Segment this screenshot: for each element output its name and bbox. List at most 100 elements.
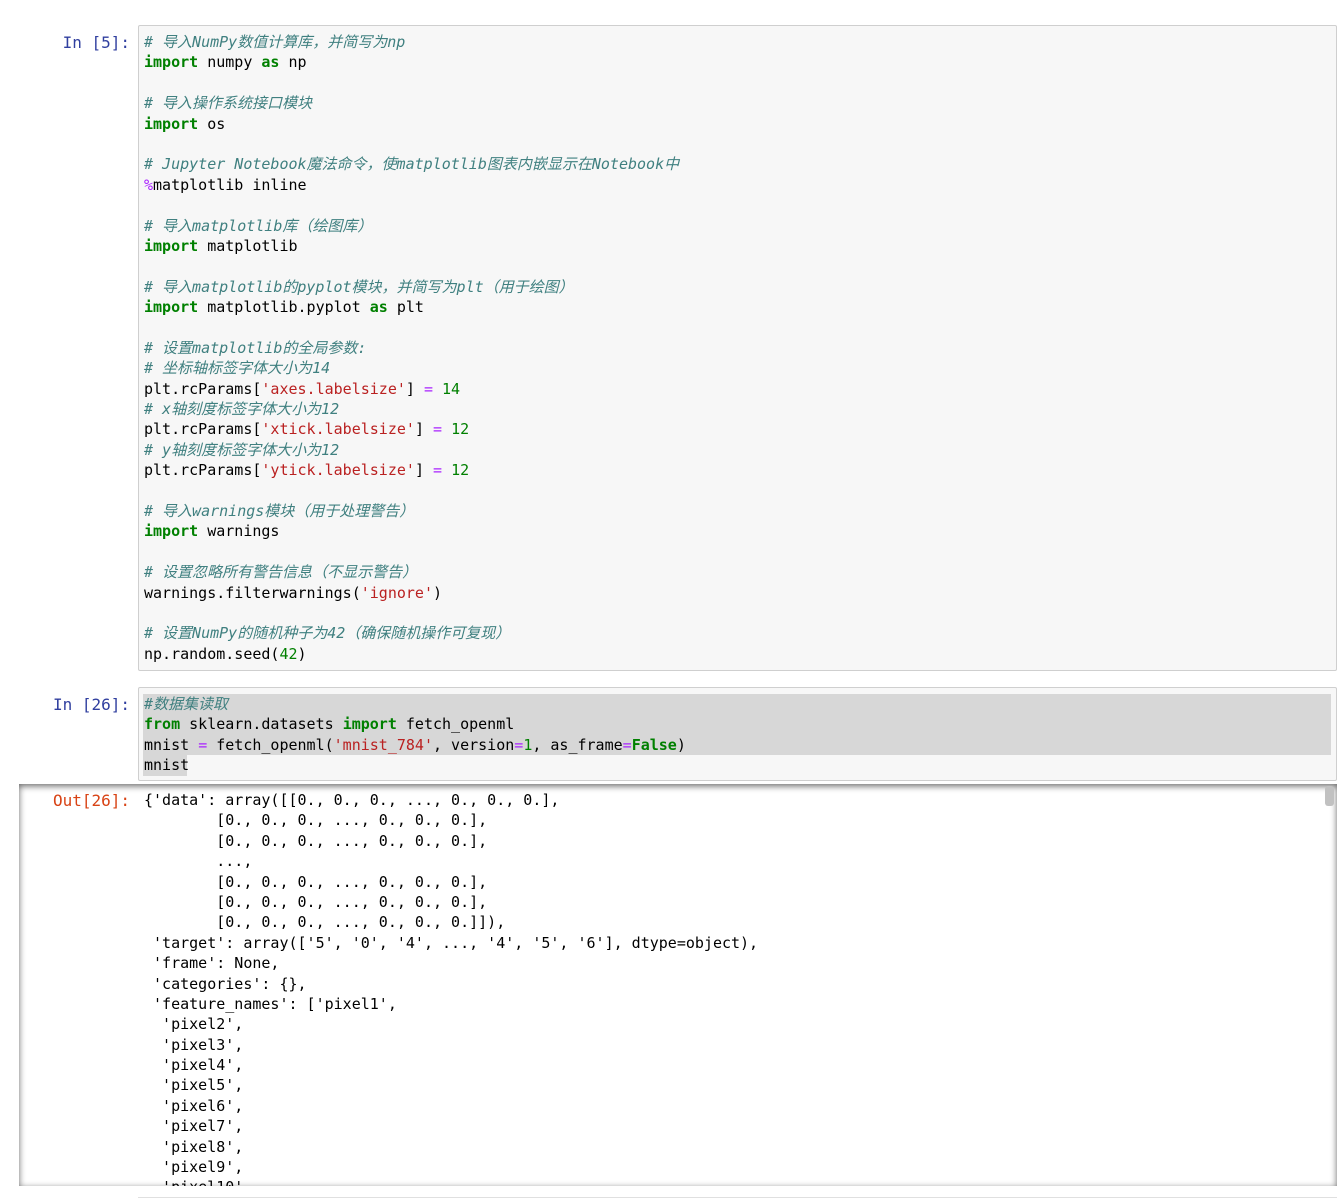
output-line: 'pixel6', (144, 1096, 244, 1115)
output-line: 'categories': {}, (144, 974, 307, 993)
code-token: plt (387, 298, 424, 317)
code-token: import (144, 298, 199, 317)
code-token: matplotlib (198, 236, 298, 255)
code-token: # x轴刻度标签字体大小为12 (144, 400, 340, 419)
code-line: # Jupyter Notebook魔法命令，使matplotlib图表内嵌显示… (144, 154, 679, 174)
code-token: import (144, 522, 199, 541)
code-token: ) (433, 583, 443, 602)
code-line: plt.rcParams['xtick.labelsize'] = 12 (144, 419, 679, 439)
code-token: 'ignore' (360, 583, 433, 602)
input-prompt-5: In [5]: (62, 33, 130, 52)
code-token: import (144, 114, 199, 133)
code-token: warnings.filterwarnings( (144, 583, 361, 602)
code-token: mnist (144, 735, 199, 754)
output-area[interactable]: Out[26]: {'data': array([[0., 0., 0., ..… (19, 784, 1337, 1186)
output-line: [0., 0., 0., ..., 0., 0., 0.], (144, 831, 488, 850)
code-line: # 导入NumPy数值计算库，并简写为np (144, 32, 679, 52)
output-line: 'pixel10', (144, 1177, 758, 1186)
code-token: numpy (198, 53, 262, 72)
output-line: 'target': array(['5', '0', '4', ..., '4'… (144, 933, 759, 952)
code-token: fetch_openml (396, 715, 515, 734)
code-line: np.random.seed(42) (144, 644, 679, 664)
output-line: 'pixel9', (144, 1158, 244, 1177)
output-line: 'feature_names': ['pixel1', (144, 994, 397, 1013)
output-scrollbar[interactable] (1325, 786, 1334, 806)
code-token: np (279, 53, 307, 72)
code-token: = (514, 735, 524, 754)
code-token: = (433, 461, 443, 480)
output-line: ..., (144, 852, 253, 871)
code-token: 'xtick.labelsize' (261, 420, 415, 439)
code-line: # 导入matplotlib库（绘图库） (144, 216, 679, 236)
output-line: {'data': array([[0., 0., 0., ..., 0., 0.… (144, 791, 560, 809)
code-line: # 坐标轴标签字体大小为14 (144, 358, 679, 378)
code-token: = (622, 735, 632, 754)
code-token: ) (297, 644, 307, 663)
code-token: matplotlib.pyplot (198, 298, 370, 317)
code-line: # x轴刻度标签字体大小为12 (144, 399, 679, 419)
code-token: False (631, 735, 677, 754)
divider (138, 1197, 1337, 1198)
code-token: 'ytick.labelsize' (261, 461, 415, 480)
code-line: %matplotlib inline (144, 175, 679, 195)
code-token: = (198, 735, 208, 754)
code-token: ] (414, 461, 433, 480)
output-line: [0., 0., 0., ..., 0., 0., 0.], (144, 872, 488, 891)
code-token: % (144, 175, 154, 194)
code-line: # 导入matplotlib的pyplot模块，并简写为plt（用于绘图） (144, 277, 679, 297)
code-token: os (198, 114, 226, 133)
code-token: import (144, 53, 199, 72)
code-token: # 导入matplotlib库（绘图库） (144, 216, 373, 235)
code-token: # 设置matplotlib的全局参数: (144, 338, 367, 357)
code-line: # 导入操作系统接口模块 (144, 93, 679, 113)
output-line: 'pixel8', (144, 1137, 244, 1156)
output-line: [0., 0., 0., ..., 0., 0., 0.], (144, 811, 488, 830)
code-token: 12 (451, 461, 470, 480)
code-token: fetch_openml( (207, 735, 334, 754)
output-line: 'frame': None, (144, 954, 280, 973)
code-token: # 坐标轴标签字体大小为14 (144, 359, 331, 378)
output-prompt-26: Out[26]: (52, 791, 130, 810)
code-token: mnist (144, 756, 190, 775)
code-token: matplotlib inline (153, 175, 307, 194)
code-token: # y轴刻度标签字体大小为12 (144, 440, 340, 459)
code-line: import matplotlib.pyplot as plt (144, 297, 679, 317)
output-line: 'pixel7', (144, 1117, 244, 1136)
code-token: from (144, 715, 181, 734)
code-token: ) (676, 735, 686, 754)
code-token: warnings (198, 522, 280, 541)
code-line: # y轴刻度标签字体大小为12 (144, 440, 679, 460)
code-line: from sklearn.datasets import fetch_openm… (144, 714, 686, 734)
code-editor-imports[interactable]: # 导入NumPy数值计算库，并简写为np import numpy as np #… (144, 32, 679, 664)
code-token: # Jupyter Notebook魔法命令，使matplotlib图表内嵌显示… (144, 155, 680, 174)
code-token: # 导入matplotlib的pyplot模块，并简写为plt（用于绘图） (144, 277, 574, 296)
code-token: # 设置NumPy的随机种子为42（确保随机操作可复现） (144, 624, 511, 643)
code-token: sklearn.datasets (180, 715, 343, 734)
code-line: plt.rcParams['ytick.labelsize'] = 12 (144, 460, 679, 480)
output-line: 'pixel3', (144, 1035, 244, 1054)
code-token: # 导入warnings模块（用于处理警告） (144, 501, 415, 520)
code-token: ] (414, 420, 433, 439)
code-token: , as_frame (532, 735, 623, 754)
code-token: , version (433, 735, 515, 754)
code-line: # 设置matplotlib的全局参数: (144, 338, 679, 358)
code-token: as (369, 298, 388, 317)
code-token: = (433, 420, 443, 439)
code-token: #数据集读取 (144, 695, 229, 713)
output-text: {'data': array([[0., 0., 0., ..., 0., 0.… (144, 790, 758, 1186)
code-token: as (261, 53, 280, 72)
code-editor-dataset[interactable]: #数据集读取 from sklearn.datasets import fetch… (144, 694, 686, 776)
code-token: 12 (451, 420, 470, 439)
code-line: # 设置忽略所有警告信息（不显示警告） (144, 562, 679, 582)
code-token: np.random.seed( (144, 644, 280, 663)
